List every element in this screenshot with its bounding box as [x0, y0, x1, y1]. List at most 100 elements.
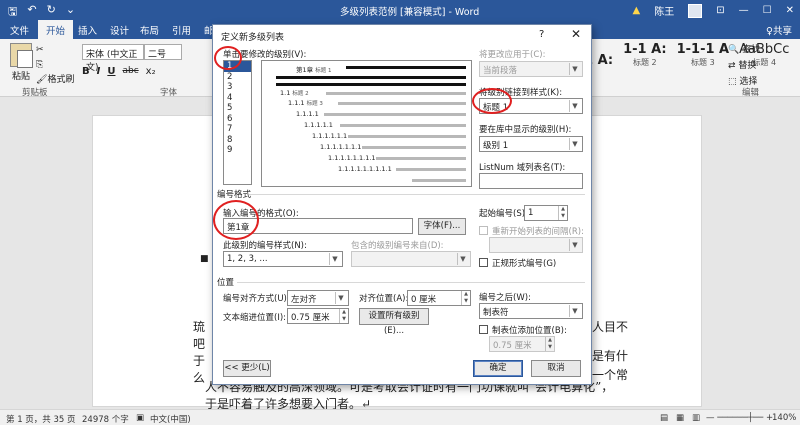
level-item[interactable]: 5 [224, 103, 251, 114]
language[interactable]: 中文(中国) [150, 413, 191, 425]
zoom-level[interactable]: 140% [772, 413, 796, 423]
annotation-circle [472, 88, 512, 114]
level-item[interactable]: 2 [224, 72, 251, 83]
start-at-label: 起始编号(S): [479, 209, 528, 219]
font-name-select[interactable]: 宋体 (中文正文) [82, 44, 144, 73]
less-button[interactable]: << 更少(L) [223, 360, 271, 377]
preview-level1-label: 第1章 标题 1 [296, 66, 332, 74]
cancel-button[interactable]: 取消 [531, 360, 581, 377]
preview-row: 1.1.1.1.1.1 [312, 132, 348, 140]
read-mode-icon[interactable]: ▤ [660, 413, 668, 423]
tab-stop-spinner[interactable]: 0.75 厘米 ▲ ▼ [489, 336, 555, 352]
bold-button[interactable]: B [82, 66, 90, 77]
alignment-select[interactable]: 左对齐 ▼ [287, 290, 349, 306]
font-size-select[interactable]: 二号 [144, 44, 182, 60]
tab-design[interactable]: 设计 [110, 23, 129, 37]
share-button[interactable]: ♀共享 [766, 23, 792, 37]
listnum-label: ListNum 域列表名(T): [479, 163, 566, 173]
word-count[interactable]: 24978 个字 [82, 413, 129, 425]
print-layout-icon[interactable]: ▦ [676, 413, 684, 423]
ribbon-display-icon[interactable]: ⊡ [716, 5, 724, 16]
level-item[interactable]: 9 [224, 145, 251, 156]
editing-group-label: 编辑 [742, 88, 760, 98]
preview-row: 1.1.1.1.1.1.1.1.1 [338, 165, 392, 173]
warning-icon[interactable]: ▲ [633, 5, 641, 16]
web-layout-icon[interactable]: ▥ [692, 413, 700, 423]
tab-stop-checkbox[interactable] [479, 325, 488, 334]
spinner-icon[interactable]: ▲ ▼ [558, 206, 567, 220]
set-all-levels-button[interactable]: 设置所有级别(E)... [359, 308, 429, 336]
include-from-select[interactable]: ▼ [351, 251, 471, 267]
underline-button[interactable]: U [107, 66, 115, 77]
preview-line [396, 168, 466, 171]
restart-label: 重新开始列表的间隔(R): [492, 227, 584, 237]
chevron-down-icon: ▼ [569, 63, 580, 75]
level-item[interactable]: 8 [224, 135, 251, 146]
spinner-icon[interactable]: ▲ ▼ [461, 291, 470, 305]
preview-line [276, 83, 466, 86]
gallery-level-select[interactable]: 级别 1 ▼ [479, 136, 583, 152]
tab-references[interactable]: 引用 [172, 23, 191, 37]
divider [249, 194, 585, 195]
legal-style-checkbox[interactable] [479, 258, 488, 267]
title-bar: 🖫 ↶ ↻ ⌄ 多级列表范例 [兼容模式] - Word ▲ 陈王 ⊡ — ☐ … [0, 0, 800, 20]
chevron-down-icon: ▼ [335, 292, 346, 304]
subscript-button[interactable]: x₂ [146, 66, 156, 77]
preview-line [362, 146, 466, 149]
avatar[interactable] [688, 3, 703, 18]
maximize-icon[interactable]: ☐ [763, 5, 772, 16]
preview-line [326, 92, 466, 95]
follow-number-select[interactable]: 制表符 ▼ [479, 303, 583, 319]
preview-row: 1.1.1.1 [296, 110, 319, 118]
font-button[interactable]: 字体(F)... [418, 218, 466, 235]
level-list[interactable]: 1 2 3 4 5 6 7 8 9 [223, 60, 252, 185]
start-at-spinner[interactable]: 1 ▲ ▼ [524, 205, 568, 221]
aligned-at-spinner[interactable]: 0 厘米 ▲ ▼ [407, 290, 471, 306]
italic-button[interactable]: I [97, 66, 101, 77]
level-item[interactable]: 4 [224, 93, 251, 104]
proofing-icon[interactable]: ▣ [136, 413, 144, 423]
ok-button[interactable]: 确定 [473, 360, 523, 377]
cut-icon[interactable]: ✂ [36, 43, 74, 58]
preview-line [338, 102, 466, 105]
editing-group: 🔍 查找 ⇄ 替换 ⬚ 选择 [728, 42, 760, 90]
strikethrough-button[interactable]: abc [122, 66, 138, 77]
doc-fragment: 么 [193, 371, 206, 385]
tab-insert[interactable]: 插入 [78, 23, 97, 37]
preview-row: 1.1.1.1.1 [304, 121, 333, 129]
tab-home[interactable]: 开始 [38, 20, 74, 39]
chevron-down-icon: ▼ [569, 138, 580, 150]
apply-to-select[interactable]: 当前段落 ▼ [479, 61, 583, 77]
spinner-icon[interactable]: ▲ ▼ [339, 309, 348, 323]
include-from-label: 包含的级别编号来自(D): [351, 241, 444, 251]
list-preview: 第1章 标题 1 1.1 标题 2 1.1.1 标题 3 1.1.1.1 1.1… [261, 60, 472, 187]
format-buttons: B I U abc x₂ [82, 66, 156, 77]
tab-stop-label: 制表位添加位置(B): [492, 326, 567, 336]
style-heading-3[interactable]: 1-1-1 A 标题 3 [677, 42, 730, 68]
level-item[interactable]: 6 [224, 114, 251, 125]
paste-button[interactable]: 粘贴 [6, 43, 36, 82]
replace-button[interactable]: ⇄ 替换 [728, 58, 760, 74]
minimize-icon[interactable]: — [739, 5, 749, 16]
restart-select[interactable]: ▼ [489, 237, 583, 253]
copy-icon[interactable]: ⎘ [36, 58, 74, 73]
close-icon[interactable]: ✕ [571, 27, 581, 41]
number-style-select[interactable]: 1, 2, 3, ... ▼ [223, 251, 343, 267]
page-count[interactable]: 第 1 页，共 35 页 [6, 413, 76, 425]
text-indent-spinner[interactable]: 0.75 厘米 ▲ ▼ [287, 308, 349, 324]
position-section: 位置 [217, 278, 235, 288]
help-button[interactable]: ? [539, 29, 544, 40]
tab-file[interactable]: 文件 [10, 23, 29, 37]
preview-line [348, 135, 466, 138]
restart-checkbox[interactable] [479, 226, 488, 235]
level-item[interactable]: 7 [224, 124, 251, 135]
zoom-slider[interactable]: — ──────┼── + [706, 413, 773, 423]
level-item[interactable]: 3 [224, 82, 251, 93]
listnum-input[interactable] [479, 173, 583, 189]
close-window-icon[interactable]: ✕ [786, 5, 794, 16]
find-button[interactable]: 🔍 查找 [728, 42, 760, 58]
tab-layout[interactable]: 布局 [140, 23, 159, 37]
style-heading-2[interactable]: 1-1 A: 标题 2 [623, 42, 667, 68]
spinner-icon[interactable]: ▲ ▼ [545, 337, 554, 351]
user-name[interactable]: 陈王 [654, 3, 674, 18]
